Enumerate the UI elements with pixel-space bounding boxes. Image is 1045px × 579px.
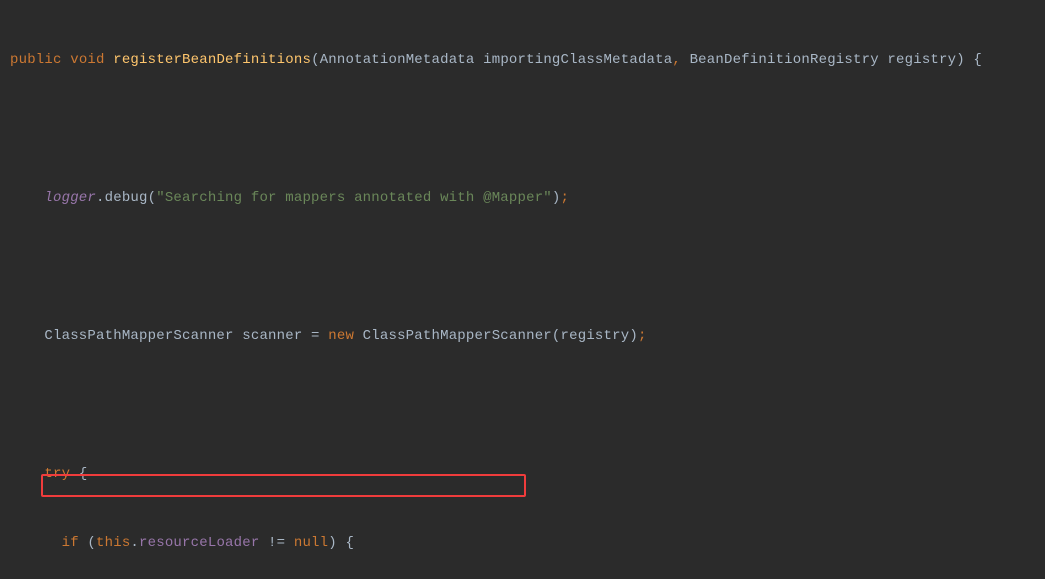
field-logger: logger [44, 190, 96, 206]
kw-if: if [62, 535, 79, 551]
code-line[interactable]: ClassPathMapperScanner scanner = new Cla… [0, 325, 1045, 348]
field-resourceloader: resourceLoader [139, 535, 259, 551]
code-line[interactable] [0, 256, 1045, 279]
code-line[interactable]: try { [0, 463, 1045, 486]
string-literal: "Searching for mappers annotated with @M… [156, 190, 552, 206]
kw-null: null [294, 535, 328, 551]
kw-try: try [44, 466, 70, 482]
code-line[interactable]: logger.debug("Searching for mappers anno… [0, 187, 1045, 210]
kw-void: void [70, 52, 104, 68]
code-editor[interactable]: public void registerBeanDefinitions(Anno… [0, 0, 1045, 579]
method-name: registerBeanDefinitions [113, 52, 311, 68]
kw-new: new [328, 328, 354, 344]
code-line[interactable]: public void registerBeanDefinitions(Anno… [0, 49, 1045, 72]
code-line[interactable] [0, 394, 1045, 417]
kw-public: public [10, 52, 62, 68]
code-line[interactable]: if (this.resourceLoader != null) { [0, 532, 1045, 555]
code-line[interactable] [0, 118, 1045, 141]
kw-this: this [96, 535, 130, 551]
